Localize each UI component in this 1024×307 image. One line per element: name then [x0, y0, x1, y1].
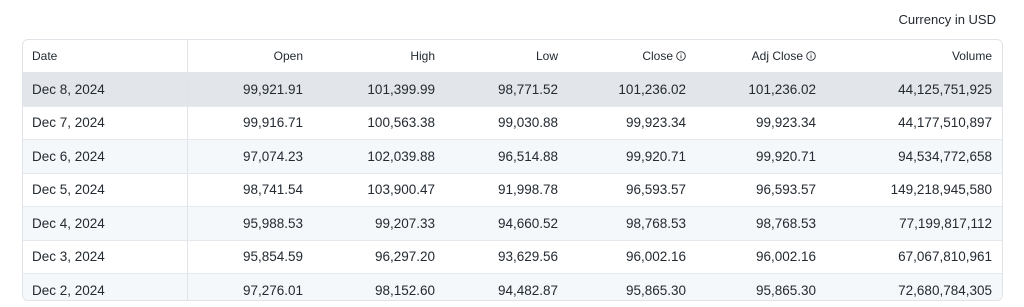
cell-close: 99,920.71 [568, 139, 696, 174]
historical-data-panel: Currency in USD Date Open High Low Close… [0, 0, 1024, 307]
table-row: Dec 5, 2024 98,741.54 103,900.47 91,998.78 9… [23, 173, 1002, 207]
cell-volume: 44,177,510,897 [826, 106, 1002, 140]
cell-close: 96,002.16 [568, 240, 696, 274]
cell-adj-close: 95,865.30 [755, 282, 816, 298]
cell-high: 101,399.99 [313, 72, 445, 107]
cell-date: Dec 3, 2024 [23, 240, 188, 274]
column-header-adj-close: Adj Close [696, 40, 826, 73]
table-row: Dec 8, 2024 99,921.91 101,399.99 98,771.52 1… [23, 72, 1002, 107]
cell-high: 98,152.60 [374, 282, 435, 298]
cell-adj-close: 101,236.02 [696, 72, 826, 107]
column-header-low: Low [445, 40, 568, 73]
cell-low: 98,771.52 [445, 72, 568, 107]
cell-low: 91,998.78 [445, 173, 568, 207]
cell-high: 99,207.33 [313, 206, 445, 241]
cell-volume: 44,125,751,925 [826, 72, 1002, 107]
table-row: Dec 2, 2024 97,276.01 98,152.60 94,482.87 95… [23, 273, 1002, 300]
column-header-high: High [313, 40, 445, 73]
cell-adj-close: 96,002.16 [696, 240, 826, 274]
cell-open: 99,916.71 [187, 106, 313, 140]
cell-open: 98,741.54 [187, 173, 313, 207]
cell-close: 98,768.53 [568, 206, 696, 241]
cell-volume: 149,218,945,580 [826, 173, 1002, 207]
cell-date: Dec 5, 2024 [23, 173, 188, 207]
cell-adj-close: 99,920.71 [696, 139, 826, 174]
cell-volume: 77,199,817,112 [826, 206, 1002, 241]
cell-close: 96,593.57 [568, 173, 696, 207]
cell-open: 95,988.53 [187, 206, 313, 241]
column-header-close-label: Close [642, 49, 673, 63]
cell-high: 100,563.38 [313, 106, 445, 140]
cell-open: 95,854.59 [187, 240, 313, 274]
cell-date: Dec 4, 2024 [23, 206, 188, 241]
historical-prices-table: Date Open High Low Close Adj Close Volum… [22, 39, 1003, 301]
column-header-date: Date [23, 40, 188, 73]
info-icon[interactable] [676, 51, 686, 61]
cell-high: 96,297.20 [313, 240, 445, 274]
table-row: Dec 4, 2024 95,988.53 99,207.33 94,660.52 98… [23, 206, 1002, 241]
cell-low: 96,514.88 [445, 139, 568, 174]
cell-open: 97,276.01 [242, 282, 303, 298]
cell-adj-close: 98,768.53 [696, 206, 826, 241]
cell-date: Dec 6, 2024 [23, 139, 188, 174]
cell-high: 103,900.47 [313, 173, 445, 207]
table-row: Dec 6, 2024 97,074.23 102,039.88 96,514.88 9… [23, 139, 1002, 174]
cell-open: 99,921.91 [187, 72, 313, 107]
cell-date: Dec 7, 2024 [23, 106, 188, 140]
column-header-open: Open [187, 40, 313, 73]
cell-date: Dec 8, 2024 [23, 72, 188, 107]
cell-open: 97,074.23 [187, 139, 313, 174]
cell-volume: 67,067,810,961 [826, 240, 1002, 274]
table-header-row: Date Open High Low Close Adj Close Volum… [23, 40, 1002, 73]
cell-volume: 72,680,784,305 [898, 282, 992, 298]
cell-high: 102,039.88 [313, 139, 445, 174]
cell-low: 94,660.52 [445, 206, 568, 241]
cell-close: 95,865.30 [625, 282, 686, 298]
currency-label: Currency in USD [898, 12, 996, 27]
cell-close: 99,923.34 [568, 106, 696, 140]
cell-date: Dec 2, 2024 [23, 273, 188, 300]
info-icon[interactable] [806, 51, 816, 61]
table-row: Dec 3, 2024 95,854.59 96,297.20 93,629.56 96… [23, 240, 1002, 274]
column-header-close: Close [568, 40, 696, 73]
cell-adj-close: 99,923.34 [696, 106, 826, 140]
column-header-adj-close-label: Adj Close [751, 49, 803, 63]
cell-close: 101,236.02 [568, 72, 696, 107]
table-row: Dec 7, 2024 99,916.71 100,563.38 99,030.88 9… [23, 106, 1002, 140]
cell-low: 94,482.87 [497, 282, 558, 298]
cell-low: 99,030.88 [445, 106, 568, 140]
cell-low: 93,629.56 [445, 240, 568, 274]
cell-adj-close: 96,593.57 [696, 173, 826, 207]
cell-volume: 94,534,772,658 [826, 139, 1002, 174]
column-header-volume: Volume [826, 40, 1002, 73]
